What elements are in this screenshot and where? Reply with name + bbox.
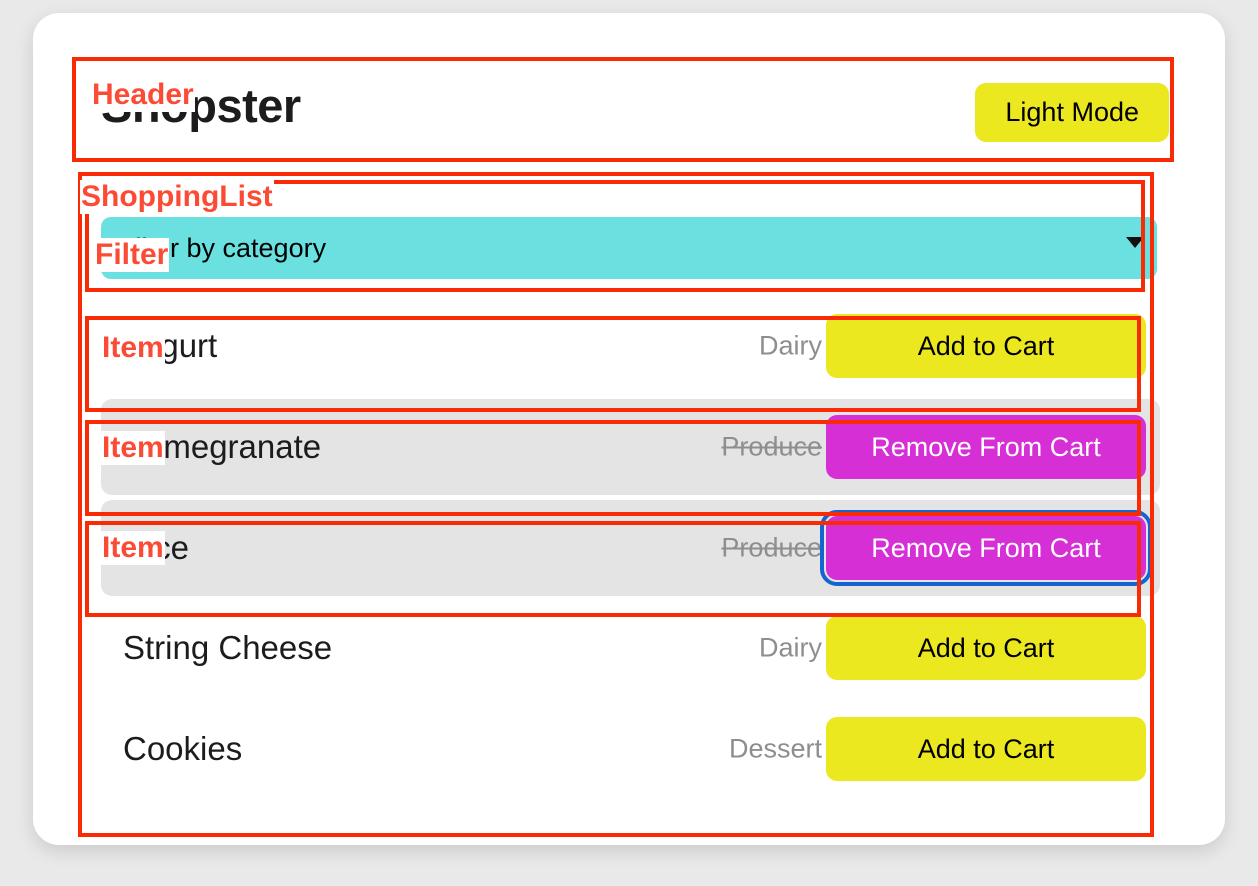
item-row: Rice Produce Remove From Cart <box>101 500 1160 596</box>
page-title: Shopster <box>101 79 301 132</box>
item-name: String Cheese <box>123 629 333 666</box>
header: Shopster Light Mode <box>81 60 1177 160</box>
item-row: String Cheese Dairy Add to Cart <box>101 600 1160 696</box>
add-to-cart-button[interactable]: Add to Cart <box>826 717 1146 781</box>
item-row: Pomegranate Produce Remove From Cart <box>101 399 1160 495</box>
item-category: Dairy <box>758 330 822 361</box>
item-row: Cookies Dessert Add to Cart <box>101 701 1160 797</box>
add-to-cart-button[interactable]: Add to Cart <box>826 616 1146 680</box>
item-name: Cookies <box>123 730 243 767</box>
theme-toggle-button[interactable]: Light Mode <box>975 83 1169 142</box>
category-filter-select[interactable]: Filter by category <box>101 217 1157 279</box>
item-category: Produce <box>721 532 822 563</box>
item-name: Rice <box>123 529 190 566</box>
item-name: Pomegranate <box>123 428 322 465</box>
item-category: Dairy <box>758 632 822 663</box>
filter-row: Filter by category <box>101 211 1160 283</box>
item-category: Dessert <box>728 733 822 764</box>
shopping-list: Filter by category Yogurt Dairy Add to Car… <box>81 178 1177 823</box>
item-row: Yogurt Dairy Add to Cart <box>101 298 1160 394</box>
add-to-cart-button[interactable]: Add to Cart <box>826 314 1146 378</box>
remove-from-cart-button[interactable]: Remove From Cart <box>826 415 1146 479</box>
item-category: Produce <box>721 431 822 462</box>
item-name: Yogurt <box>123 327 218 364</box>
app-card: Shopster Light Mode Filter by category Y… <box>33 13 1225 845</box>
remove-from-cart-button[interactable]: Remove From Cart <box>820 510 1152 586</box>
